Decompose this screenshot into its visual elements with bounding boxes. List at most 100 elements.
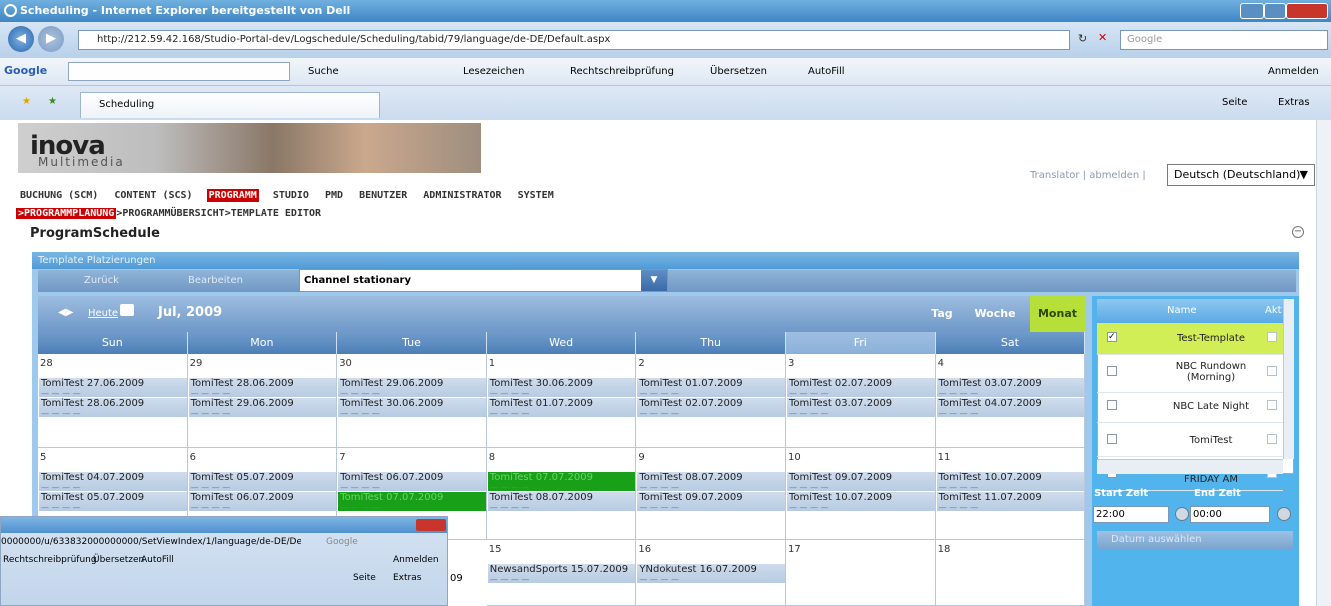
- calendar-event[interactable]: TomiTest 01.07.2009— — — —: [637, 378, 785, 397]
- menu-system[interactable]: SYSTEM: [516, 189, 556, 202]
- overlay-anmelden[interactable]: Anmelden: [393, 555, 439, 565]
- active-checkbox[interactable]: [1267, 366, 1277, 376]
- view-day-button[interactable]: Tag: [925, 296, 959, 332]
- active-checkbox[interactable]: [1267, 332, 1277, 342]
- calendar-event[interactable]: TomiTest 09.07.2009— — — —: [787, 472, 935, 491]
- calendar-event[interactable]: TomiTest 06.07.2009— — — —: [338, 472, 486, 491]
- calendar-event[interactable]: TomiTest 30.06.2009— — — —: [338, 398, 486, 417]
- clock-icon[interactable]: [1277, 507, 1291, 521]
- tab-scheduling[interactable]: Scheduling: [80, 92, 380, 118]
- calendar-event[interactable]: TomiTest 10.07.2009— — — —: [787, 492, 935, 511]
- start-time-input[interactable]: 22:00: [1093, 506, 1169, 523]
- calendar-event[interactable]: TomiTest 06.07.2009— — — —: [188, 492, 337, 511]
- calendar-event[interactable]: TomiTest 05.07.2009— — — —: [188, 472, 337, 491]
- favorites-star-icon[interactable]: ★: [22, 96, 31, 107]
- edit-link[interactable]: Bearbeiten: [188, 275, 243, 286]
- calendar-event[interactable]: TomiTest 08.07.2009— — — —: [637, 472, 785, 491]
- breadcrumb-programmplanung[interactable]: >PROGRAMMPLANUNG: [16, 208, 117, 219]
- view-week-button[interactable]: Woche: [962, 296, 1028, 332]
- tab-extras[interactable]: Extras: [1278, 97, 1310, 108]
- translator-link[interactable]: Translator: [1030, 170, 1079, 181]
- breadcrumb-programmuebersicht[interactable]: >PROGRAMMÜBERSICHT: [116, 208, 224, 219]
- calendar-event[interactable]: YNdokutest 16.07.2009— — — —: [637, 564, 785, 583]
- back-link[interactable]: Zurück: [84, 275, 119, 286]
- google-search-input[interactable]: [68, 62, 290, 81]
- calendar-event[interactable]: TomiTest 11.07.2009— — — —: [936, 492, 1085, 511]
- add-favorites-icon[interactable]: ★: [48, 96, 57, 107]
- toolbar-uebersetzen[interactable]: Übersetzen: [710, 66, 767, 77]
- select-checkbox[interactable]: [1107, 434, 1117, 444]
- calendar-event[interactable]: TomiTest 30.06.2009— — — —: [487, 378, 636, 397]
- calendar-event[interactable]: TomiTest 07.07.2009— — — —: [487, 472, 636, 491]
- page-scrollbar[interactable]: [1316, 120, 1331, 606]
- calendar-event[interactable]: TomiTest 27.06.2009— — — —: [39, 378, 187, 397]
- close-button[interactable]: [1286, 3, 1328, 19]
- end-time-input[interactable]: 00:00: [1190, 506, 1270, 523]
- calendar-event[interactable]: TomiTest 04.07.2009— — — —: [936, 398, 1085, 417]
- refresh-icon[interactable]: ↻: [1078, 32, 1087, 45]
- menu-studio[interactable]: STUDIO: [271, 189, 311, 202]
- select-checkbox[interactable]: ✓: [1107, 332, 1117, 342]
- calendar-icon[interactable]: [120, 304, 134, 316]
- maximize-button[interactable]: [1264, 3, 1286, 19]
- calendar-cell[interactable]: [935, 540, 1086, 606]
- overlay-search[interactable]: Google: [326, 537, 358, 547]
- stop-icon[interactable]: ✕: [1098, 31, 1107, 44]
- channel-select[interactable]: Channel stationary ▼: [299, 269, 668, 292]
- menu-pmd[interactable]: PMD: [323, 189, 345, 202]
- template-row[interactable]: NBC Late Night: [1097, 391, 1283, 423]
- calendar-event[interactable]: TomiTest 03.07.2009— — — —: [936, 378, 1085, 397]
- calendar-event[interactable]: TomiTest 01.07.2009— — — —: [487, 398, 636, 417]
- search-field[interactable]: Google: [1120, 30, 1328, 50]
- toolbar-suche[interactable]: Suche: [308, 66, 339, 77]
- menu-buchung[interactable]: BUCHUNG (SCM): [18, 189, 100, 202]
- template-list-scrollbar[interactable]: [1283, 299, 1294, 459]
- abmelden-link[interactable]: abmelden: [1089, 170, 1139, 181]
- tab-seite[interactable]: Seite: [1222, 97, 1247, 108]
- calendar-event[interactable]: TomiTest 04.07.2009— — — —: [39, 472, 187, 491]
- menu-administrator[interactable]: ADMINISTRATOR: [421, 189, 503, 202]
- calendar-event[interactable]: TomiTest 10.07.2009— — — —: [936, 472, 1085, 491]
- active-checkbox[interactable]: [1267, 434, 1277, 444]
- template-row[interactable]: ✓ Test-Template: [1097, 323, 1283, 355]
- overlay-autofill[interactable]: AutoFill: [141, 555, 174, 565]
- overlay-url[interactable]: 0000000/u/633832000000000/SetViewIndex/1…: [1, 537, 301, 547]
- calendar-event[interactable]: TomiTest 29.06.2009— — — —: [338, 378, 486, 397]
- active-checkbox[interactable]: [1267, 400, 1277, 410]
- menu-programm[interactable]: PROGRAMM: [206, 189, 259, 202]
- overlay-toolbar-spell[interactable]: Rechtschreibprüfung: [3, 555, 97, 565]
- menu-content[interactable]: CONTENT (SCS): [112, 189, 194, 202]
- calendar-event[interactable]: TomiTest 09.07.2009— — — —: [637, 492, 785, 511]
- template-row[interactable]: TomiTest: [1097, 425, 1283, 457]
- calendar-event[interactable]: NewsandSports 15.07.2009— — — —: [487, 564, 636, 583]
- toolbar-rechtschreibung[interactable]: Rechtschreibprüfung: [570, 66, 674, 77]
- toolbar-lesezeichen[interactable]: Lesezeichen: [463, 66, 524, 77]
- select-checkbox[interactable]: [1107, 400, 1117, 410]
- calendar-event[interactable]: TomiTest 02.07.2009— — — —: [787, 378, 935, 397]
- calendar-cell[interactable]: [786, 540, 936, 606]
- collapse-icon[interactable]: −: [1292, 226, 1304, 238]
- calendar-event[interactable]: TomiTest 03.07.2009— — — —: [787, 398, 935, 417]
- clock-icon[interactable]: [1175, 507, 1189, 521]
- overlay-extras[interactable]: Extras: [393, 573, 421, 583]
- language-select[interactable]: Deutsch (Deutschland) ▼: [1167, 164, 1315, 186]
- back-button[interactable]: ◀: [8, 26, 34, 52]
- calendar-event[interactable]: TomiTest 02.07.2009— — — —: [637, 398, 785, 417]
- menu-benutzer[interactable]: BENUTZER: [357, 189, 409, 202]
- calendar-event[interactable]: TomiTest 05.07.2009— — — —: [39, 492, 187, 511]
- calendar-event[interactable]: TomiTest 28.06.2009— — — —: [39, 398, 187, 417]
- template-row[interactable]: NBC Rundown (Morning): [1097, 357, 1283, 393]
- select-date-button[interactable]: Datum auswählen: [1097, 531, 1293, 549]
- calendar-event[interactable]: TomiTest 08.07.2009— — — —: [487, 492, 636, 511]
- calendar-event[interactable]: TomiTest 07.07.2009— — — —: [338, 492, 486, 511]
- toolbar-anmelden[interactable]: Anmelden: [1268, 66, 1319, 77]
- forward-button[interactable]: ▶: [38, 26, 64, 52]
- breadcrumb-template-editor[interactable]: >TEMPLATE EDITOR: [225, 208, 321, 219]
- toolbar-autofill[interactable]: AutoFill: [808, 66, 845, 77]
- overlay-translate[interactable]: Übersetzen: [93, 555, 144, 565]
- template-list-hscrollbar[interactable]: [1097, 459, 1283, 474]
- overlay-close-button[interactable]: [416, 519, 446, 531]
- minimize-button[interactable]: [1240, 3, 1264, 19]
- calendar-event[interactable]: TomiTest 29.06.2009— — — —: [188, 398, 337, 417]
- today-link[interactable]: Heute: [88, 308, 118, 319]
